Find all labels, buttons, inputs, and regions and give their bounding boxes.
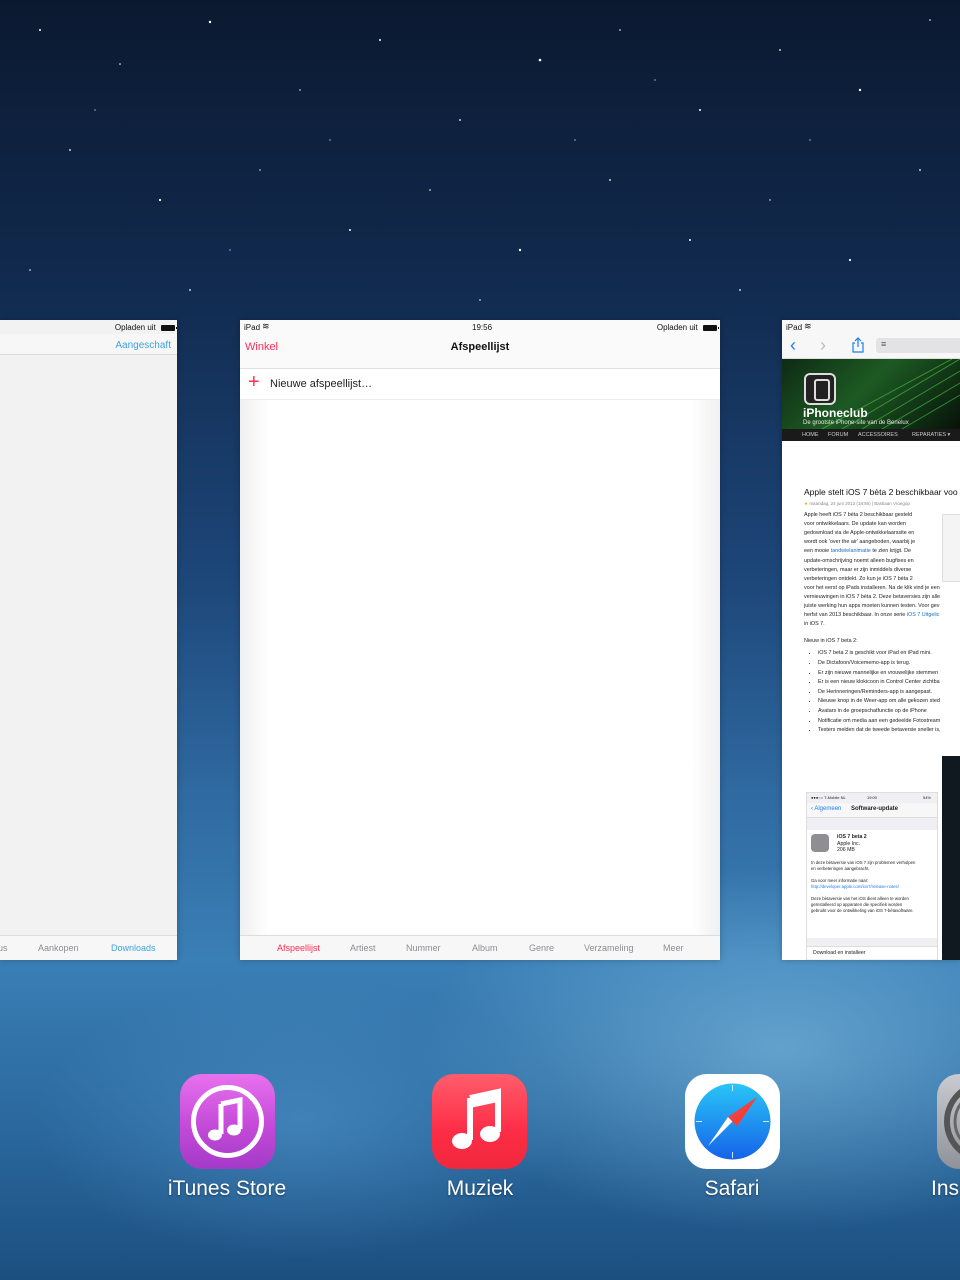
list-item: De Dictafoon/Voicememo-app is terug. bbox=[818, 659, 960, 669]
safari-label: Safari bbox=[704, 1177, 760, 1200]
settings-icon[interactable] bbox=[937, 1074, 960, 1169]
star-icon: ★ bbox=[804, 501, 809, 506]
status-time: 19:56 bbox=[472, 323, 493, 332]
tab-genre[interactable]: Genre bbox=[529, 943, 554, 953]
gear-icon bbox=[944, 1089, 960, 1154]
share-icon[interactable] bbox=[851, 337, 865, 353]
tab-downloads[interactable]: Downloads bbox=[111, 943, 156, 953]
list-item: Avatars in de groepschatfunctie op de iP… bbox=[818, 707, 960, 717]
install-button: Download en installeer bbox=[813, 950, 866, 956]
app-card-itunes-store[interactable]: Opladen uit Aangeschaft us Aankopen Down… bbox=[0, 320, 177, 960]
app-card-safari[interactable]: iPad ≋ ‹ › ≡ iPhoneclub De grootste iPho… bbox=[782, 320, 960, 960]
tab-album[interactable]: Album bbox=[472, 943, 498, 953]
new-playlist-label: Nieuwe afspeellijst… bbox=[270, 378, 373, 390]
menu-accessories[interactable]: ACCESSOIRES bbox=[858, 432, 898, 438]
music-label: Muziek bbox=[446, 1177, 514, 1200]
list-item: Notificatie om media aan een gedeelde Fo… bbox=[818, 717, 960, 727]
settings-label: Ins bbox=[931, 1177, 960, 1200]
article-link[interactable]: tandwielanimatie bbox=[831, 548, 871, 554]
menu-repairs[interactable]: REPARATIES ▾ bbox=[912, 432, 950, 438]
embedded-screenshot-dark bbox=[942, 756, 960, 960]
list-item: Testers melden dat de tweede betaversie … bbox=[818, 726, 960, 736]
itunes-store-icon[interactable] bbox=[180, 1074, 275, 1169]
embedded-screenshot: ●●●○○ T-Mobile NL 19:00 54% ‹ Algemeen S… bbox=[806, 792, 938, 960]
tab-artist[interactable]: Artiest bbox=[350, 943, 376, 953]
status-bar: Opladen uit bbox=[0, 320, 177, 334]
site-logo[interactable] bbox=[804, 373, 836, 405]
nav-bar: Aangeschaft bbox=[0, 334, 177, 355]
charging-status: Opladen uit bbox=[656, 323, 698, 332]
reader-icon[interactable]: ≡ bbox=[881, 339, 886, 349]
tab-compilation[interactable]: Verzameling bbox=[584, 943, 634, 953]
safari-icon[interactable] bbox=[685, 1074, 780, 1169]
status-bar: iPad ≋ bbox=[782, 320, 960, 334]
feature-list: iOS 7 beta 2 is geschikt voor iPad en iP… bbox=[804, 649, 960, 735]
back-icon[interactable]: ‹ bbox=[790, 335, 796, 356]
compass-icon bbox=[694, 1083, 771, 1160]
browser-toolbar: ‹ › ≡ bbox=[782, 334, 960, 359]
battery-icon bbox=[161, 324, 177, 331]
screenshot-title: Software-update bbox=[851, 806, 899, 812]
nav-bar: Winkel Afspeellijst bbox=[240, 334, 720, 369]
list-item: iOS 7 beta 2 is geschikt voor iPad en iP… bbox=[818, 649, 960, 659]
tab-playlist[interactable]: Afspeellijst bbox=[277, 943, 320, 953]
article: Apple stelt iOS 7 bèta 2 beschikbaar voo… bbox=[804, 486, 960, 736]
wifi-icon: ≋ bbox=[804, 321, 812, 331]
playlist-list bbox=[240, 400, 720, 936]
tab-more[interactable]: Meer bbox=[663, 943, 684, 953]
address-field[interactable]: ≡ bbox=[876, 338, 960, 353]
list-item: Er zijn nieuwe mannelijke en vrouwelijke… bbox=[818, 669, 960, 679]
device-label: iPad bbox=[244, 323, 261, 332]
site-header: iPhoneclub De grootste iPhone-site van d… bbox=[782, 359, 960, 429]
site-menu: HOME FORUM ACCESSOIRES REPARATIES ▾ bbox=[782, 429, 960, 441]
forward-icon[interactable]: › bbox=[820, 335, 826, 356]
article-paragraph: Apple heeft iOS 7 bèta 2 beschikbaar ges… bbox=[804, 512, 941, 628]
article-image-placeholder bbox=[942, 514, 960, 582]
tab-song[interactable]: Nummer bbox=[406, 943, 441, 953]
site-name: iPhoneclub bbox=[803, 406, 868, 420]
music-icon[interactable] bbox=[432, 1074, 527, 1169]
back-link: ‹ Algemeen bbox=[811, 806, 842, 812]
page-title: Afspeellijst bbox=[450, 341, 510, 353]
list-item: Er is een nieuw klokicoon in Control Cen… bbox=[818, 678, 960, 688]
charging-status: Opladen uit bbox=[114, 323, 156, 332]
article-title[interactable]: Apple stelt iOS 7 bèta 2 beschikbaar voo bbox=[804, 486, 960, 498]
wifi-icon: ≋ bbox=[262, 321, 270, 331]
tab-bar: Afspeellijst Artiest Nummer Album Genre … bbox=[240, 935, 720, 960]
tab-purchases[interactable]: Aankopen bbox=[38, 943, 79, 953]
article-meta: maandag, 24 juni 2013 (18:56) | Bastiaan… bbox=[809, 501, 910, 506]
music-note-icon bbox=[191, 1085, 264, 1158]
article-link[interactable]: iOS 7 Uitgelic bbox=[907, 612, 940, 618]
list-item: De Herinneringen/Reminders-app is aangep… bbox=[818, 688, 960, 698]
new-playlist-row[interactable]: + Nieuwe afspeellijst… bbox=[240, 369, 720, 400]
purchased-tab-link[interactable]: Aangeschaft bbox=[115, 340, 171, 351]
status-bar: iPad ≋ 19:56 Opladen uit bbox=[240, 320, 720, 334]
settings-icon bbox=[811, 834, 829, 852]
battery-icon bbox=[703, 324, 719, 331]
plus-icon: + bbox=[248, 371, 260, 393]
device-label: iPad bbox=[786, 323, 803, 332]
tab-partial[interactable]: us bbox=[0, 943, 8, 953]
itunes-store-label: iTunes Store bbox=[167, 1177, 287, 1200]
music-note-icon bbox=[452, 1088, 501, 1149]
tab-bar: us Aankopen Downloads bbox=[0, 935, 177, 960]
menu-forum[interactable]: FORUM bbox=[828, 432, 848, 438]
list-item: Nieuwe knop in de Weer-app om alle gekoz… bbox=[818, 697, 960, 707]
app-card-music[interactable]: iPad ≋ 19:56 Opladen uit Winkel Afspeell… bbox=[240, 320, 720, 960]
list-heading: Nieuw in iOS 7 beta 2: bbox=[804, 638, 858, 645]
menu-home[interactable]: HOME bbox=[802, 432, 819, 438]
site-tagline: De grootste iPhone-site van de Benelux bbox=[803, 420, 909, 426]
